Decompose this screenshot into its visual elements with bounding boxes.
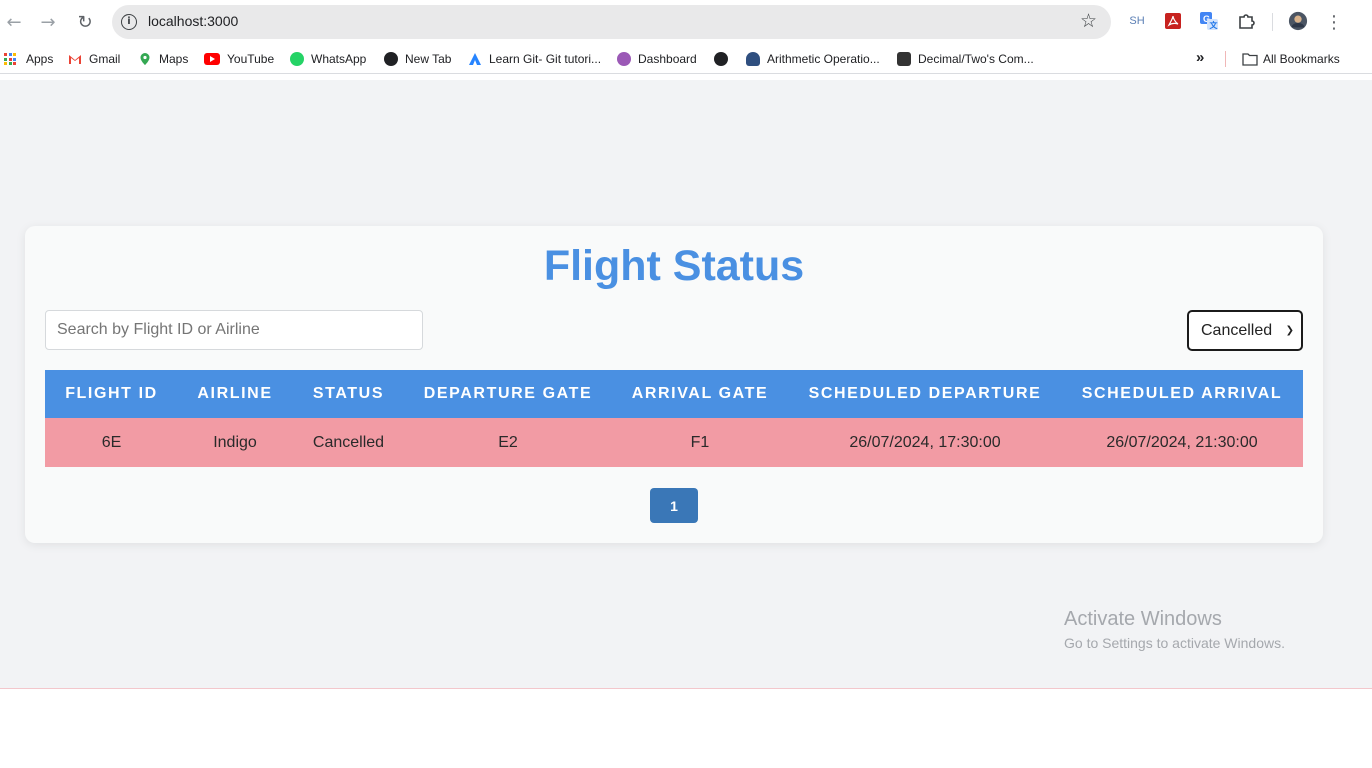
status-filter-value: Cancelled (1201, 321, 1273, 339)
cell-arrival-gate: F1 (690, 433, 710, 451)
table-header: FLIGHT ID AIRLINE STATUS DEPARTURE GATE … (45, 370, 1303, 418)
watermark-title: Activate Windows (1064, 608, 1222, 630)
pagination-page-button[interactable]: 1 (650, 488, 698, 523)
column-header: FLIGHT ID (65, 385, 158, 402)
bookmark-arithmetic[interactable]: Arithmetic Operatio... (746, 51, 880, 67)
cell-scheduled-departure: 26/07/2024, 17:30:00 (849, 433, 1001, 451)
column-header: DEPARTURE GATE (423, 385, 593, 402)
bookmarks-divider (1225, 51, 1226, 67)
all-bookmarks-label: All Bookmarks (1263, 52, 1340, 66)
calculator-icon (897, 52, 911, 66)
cell-airline: Indigo (213, 433, 257, 451)
dashboard-icon (617, 52, 631, 66)
toolbar-divider (1272, 13, 1273, 31)
more-bookmarks-chevron-icon[interactable]: » (1196, 49, 1204, 66)
youtube-icon (204, 53, 220, 65)
cell-departure-gate: E2 (498, 433, 518, 451)
chevron-down-icon: ❯ (1285, 325, 1294, 336)
reload-icon[interactable]: ↻ (73, 10, 97, 34)
column-header: ARRIVAL GATE (631, 385, 769, 402)
profile-initials-extension[interactable]: SH (1127, 11, 1147, 31)
gmail-icon (68, 52, 82, 66)
bookmark-dashboard[interactable]: Dashboard (617, 51, 697, 67)
avatar[interactable] (1288, 11, 1308, 31)
search-input[interactable] (45, 310, 423, 350)
url-text[interactable]: localhost:3000 (148, 13, 238, 29)
bookmark-star-icon[interactable]: ☆ (1080, 10, 1097, 32)
folder-icon (1242, 52, 1258, 66)
watermark-subtitle: Go to Settings to activate Windows. (1064, 635, 1285, 651)
bookmark-label: Dashboard (638, 52, 697, 66)
bookmark-label: Learn Git- Git tutori... (489, 52, 602, 66)
extensions-puzzle-icon[interactable] (1236, 11, 1256, 31)
forward-arrow-icon[interactable]: → (36, 10, 60, 34)
cell-status: Cancelled (312, 433, 385, 451)
column-header: SCHEDULED ARRIVAL (1081, 385, 1283, 402)
bottom-blank-area (0, 688, 1372, 768)
pdf-extension-icon[interactable] (1163, 11, 1183, 31)
cell-flight-id: 6E (101, 433, 122, 451)
maps-pin-icon (138, 52, 152, 66)
bookmark-globe[interactable] (714, 51, 735, 67)
bookmark-youtube[interactable]: YouTube (204, 51, 274, 67)
flights-table: FLIGHT ID AIRLINE STATUS DEPARTURE GATE … (45, 370, 1303, 467)
whatsapp-icon (290, 52, 304, 66)
bookmarks-bar: Apps Gmail Maps YouTube WhatsApp New Tab… (0, 44, 1372, 74)
table-row[interactable]: 6E Indigo Cancelled E2 F1 26/07/2024, 17… (45, 418, 1303, 467)
flight-status-card: Flight Status Cancelled ❯ FLIGHT ID AIRL… (25, 226, 1323, 543)
bookmark-decimal[interactable]: Decimal/Two's Com... (897, 51, 1034, 67)
windows-activation-watermark: Activate Windows Go to Settings to activ… (1064, 608, 1285, 651)
status-filter-select[interactable]: Cancelled ❯ (1187, 310, 1303, 351)
site-info-icon[interactable]: i (121, 14, 137, 30)
column-header: STATUS (312, 385, 385, 402)
bookmark-label: YouTube (227, 52, 275, 66)
bookmark-label: WhatsApp (311, 52, 367, 66)
browser-toolbar: ← → ↻ i localhost:3000 ☆ SH G文 ⋮ (0, 0, 1372, 44)
translate-extension-icon[interactable]: G文 (1199, 11, 1219, 31)
column-header: SCHEDULED DEPARTURE (808, 385, 1042, 402)
page-title: Flight Status (543, 242, 805, 290)
back-arrow-icon[interactable]: ← (2, 10, 26, 34)
bookmark-label: Maps (159, 52, 189, 66)
globe-icon (714, 52, 728, 66)
column-header: AIRLINE (197, 385, 273, 402)
bookmark-label: Apps (26, 52, 54, 66)
bookmark-label: Gmail (89, 52, 121, 66)
page-content: Flight Status Cancelled ❯ FLIGHT ID AIRL… (0, 80, 1372, 688)
globe-icon (384, 52, 398, 66)
bookmark-learn-git[interactable]: Learn Git- Git tutori... (468, 51, 601, 67)
address-bar[interactable]: i localhost:3000 ☆ (112, 5, 1111, 39)
bookmark-new-tab[interactable]: New Tab (384, 51, 451, 67)
bookmark-label: New Tab (405, 52, 452, 66)
bookmark-gmail[interactable]: Gmail (68, 51, 120, 67)
bookmark-label: Arithmetic Operatio... (767, 52, 880, 66)
apps-grid-icon (4, 53, 16, 65)
bookmark-apps[interactable]: Apps (4, 51, 53, 67)
svg-text:文: 文 (1210, 20, 1219, 30)
all-bookmarks[interactable]: All Bookmarks (1242, 51, 1340, 67)
menu-dots-icon[interactable]: ⋮ (1322, 10, 1346, 34)
atlassian-icon (468, 52, 482, 66)
bookmark-whatsapp[interactable]: WhatsApp (290, 51, 366, 67)
bookmark-maps[interactable]: Maps (138, 51, 188, 67)
geek-icon (746, 52, 760, 66)
bookmark-label: Decimal/Two's Com... (918, 52, 1034, 66)
cell-scheduled-arrival: 26/07/2024, 21:30:00 (1106, 433, 1258, 451)
